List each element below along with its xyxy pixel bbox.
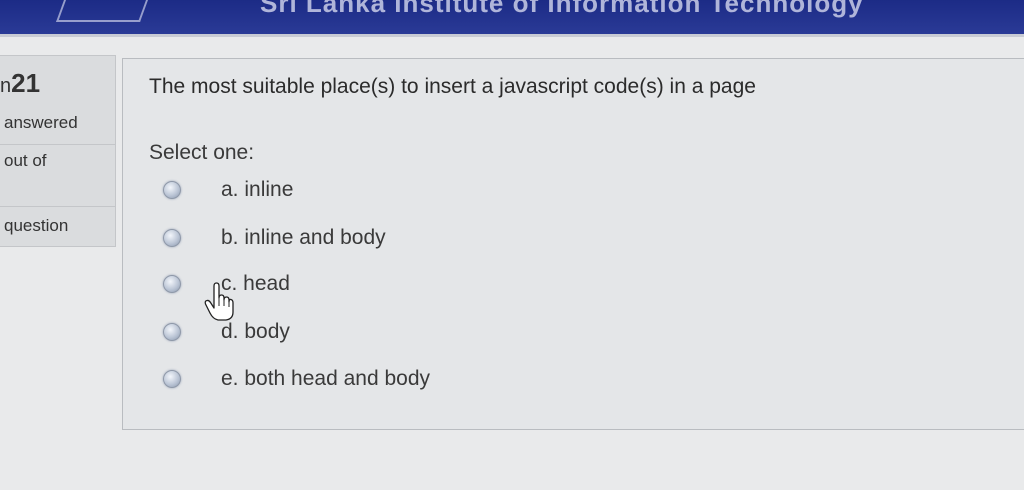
answer-option-b[interactable]: b. inline and body <box>163 223 386 253</box>
radio-button[interactable] <box>163 181 181 199</box>
flag-question-link[interactable]: question <box>4 216 68 236</box>
logo <box>55 0 149 22</box>
radio-button[interactable] <box>163 229 181 247</box>
question-number-value: 21 <box>11 68 41 98</box>
site-title: Sri Lanka Institute of Information Techn… <box>260 0 864 18</box>
question-number: n21 <box>0 68 40 99</box>
answer-option-a[interactable]: a. inline <box>163 175 293 205</box>
answer-label[interactable]: a. inline <box>221 178 293 202</box>
question-text: The most suitable place(s) to insert a j… <box>149 75 756 98</box>
answer-label[interactable]: e. both head and body <box>221 367 430 391</box>
info-divider <box>0 144 115 145</box>
question-number-prefix: n <box>0 75 12 97</box>
question-marks: out of <box>4 151 47 170</box>
question-box: The most suitable place(s) to insert a j… <box>122 58 1024 430</box>
select-one-prompt: Select one: <box>149 141 255 164</box>
answer-label[interactable]: b. inline and body <box>221 226 386 250</box>
info-divider <box>0 206 115 207</box>
answer-option-e[interactable]: e. both head and body <box>163 364 430 394</box>
radio-button[interactable] <box>163 275 181 293</box>
question-info-panel: n21 answered out of question <box>0 55 116 247</box>
question-status: answered <box>4 113 78 132</box>
answer-label[interactable]: d. body <box>221 320 290 344</box>
hand-pointer-icon <box>204 282 234 321</box>
radio-button[interactable] <box>163 370 181 388</box>
radio-button[interactable] <box>163 323 181 341</box>
site-header-banner: Sri Lanka Institute of Information Techn… <box>0 0 1024 37</box>
